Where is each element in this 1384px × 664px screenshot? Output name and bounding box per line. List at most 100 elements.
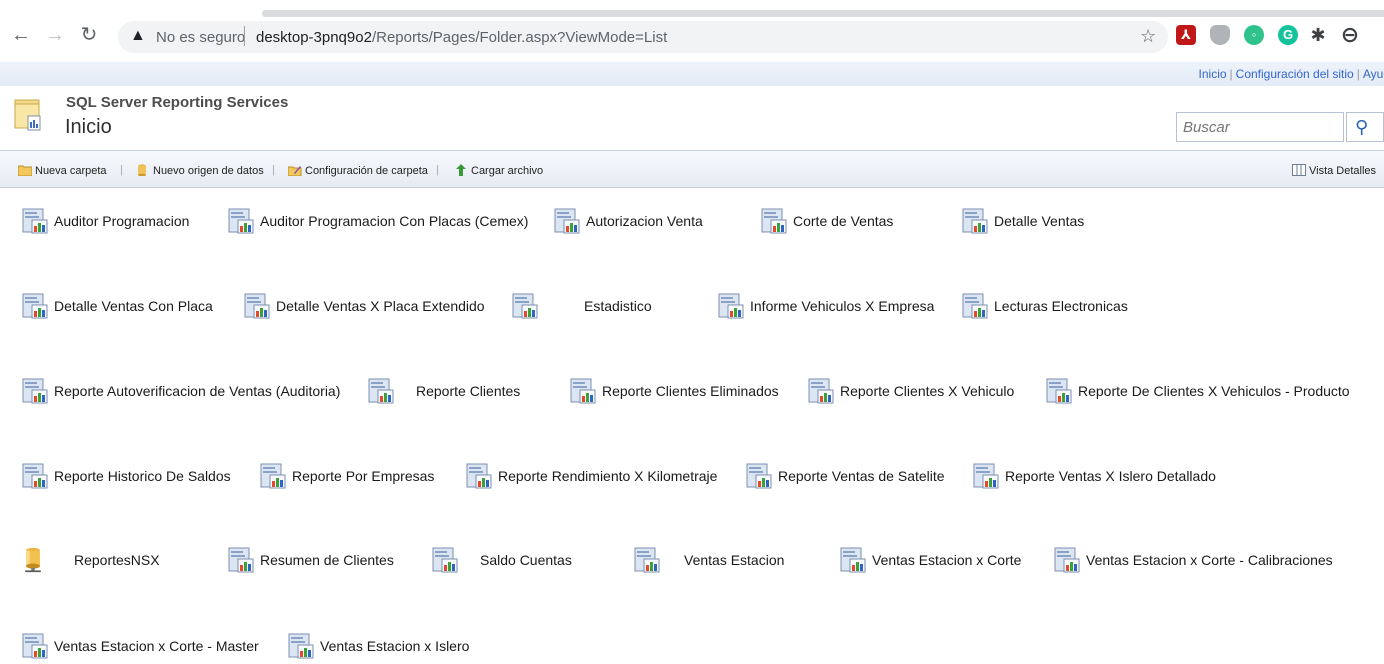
details-view-label: Vista Detalles (1309, 165, 1377, 177)
item-label[interactable]: Ventas Estacion (684, 552, 784, 568)
report-item[interactable]: Detalle Ventas Con Placa (22, 293, 213, 319)
report-item[interactable]: Corte de Ventas (761, 208, 893, 234)
item-label[interactable]: Lecturas Electronicas (994, 298, 1128, 314)
report-icon (244, 293, 270, 319)
report-item[interactable]: Reporte Autoverificacion de Ventas (Audi… (22, 378, 340, 404)
item-label[interactable]: Ventas Estacion x Corte (872, 552, 1021, 568)
search-icon[interactable]: ⚲ (1346, 112, 1384, 142)
item-label[interactable]: Resumen de Clientes (260, 552, 394, 568)
item-label[interactable]: Detalle Ventas X Placa Extendido (276, 298, 485, 314)
item-label[interactable]: Ventas Estacion x Corte - Master (54, 638, 259, 654)
new-datasource-label: Nuevo origen de datos (153, 165, 264, 177)
home-link[interactable]: Inicio (1199, 67, 1227, 81)
report-item[interactable]: Estadistico (512, 293, 652, 319)
item-label[interactable]: Reporte Clientes X Vehiculo (840, 383, 1014, 399)
item-label[interactable]: Reporte Clientes (416, 383, 520, 399)
report-icon (840, 547, 866, 573)
item-label[interactable]: Ventas Estacion x Corte - Calibraciones (1086, 552, 1333, 568)
reload-icon[interactable]: ↻ (78, 24, 100, 46)
report-item[interactable]: Ventas Estacion (634, 547, 784, 573)
report-icon (554, 208, 580, 234)
vpn-extension-icon[interactable]: ◦ (1244, 25, 1264, 45)
report-item[interactable]: Reporte Ventas X Islero Detallado (973, 463, 1216, 489)
url-text[interactable]: desktop-3pnq9o2/Reports/Pages/Folder.asp… (256, 29, 667, 46)
item-label[interactable]: Estadistico (584, 298, 652, 314)
report-item[interactable]: Lecturas Electronicas (962, 293, 1128, 319)
report-item[interactable]: Informe Vehiculos X Empresa (718, 293, 934, 319)
item-label[interactable]: Auditor Programacion Con Placas (Cemex) (260, 213, 528, 229)
item-label[interactable]: Detalle Ventas (994, 213, 1084, 229)
item-label[interactable]: Reporte De Clientes X Vehiculos - Produc… (1078, 383, 1350, 399)
report-item[interactable]: Resumen de Clientes (228, 547, 394, 573)
item-label[interactable]: ReportesNSX (74, 552, 160, 568)
report-icon (570, 378, 596, 404)
item-label[interactable]: Auditor Programacion (54, 213, 189, 229)
item-label[interactable]: Reporte Historico De Saldos (54, 468, 231, 484)
report-item[interactable]: Reporte Clientes (368, 378, 520, 404)
item-label[interactable]: Reporte Ventas de Satelite (778, 468, 945, 484)
help-link[interactable]: Ayud (1363, 67, 1384, 81)
site-settings-link[interactable]: Configuración del sitio (1236, 67, 1354, 81)
item-label[interactable]: Ventas Estacion x Islero (320, 638, 469, 654)
report-item[interactable]: Reporte Ventas de Satelite (746, 463, 945, 489)
report-item[interactable]: Ventas Estacion x Corte (840, 547, 1021, 573)
new-folder-label: Nueva carpeta (35, 165, 107, 177)
back-arrow-icon[interactable]: ← (10, 24, 32, 46)
report-item[interactable]: Saldo Cuentas (432, 547, 572, 573)
report-item[interactable]: Reporte Por Empresas (260, 463, 434, 489)
tab-strip (262, 10, 1384, 17)
browser-chrome: ← → ↻ ▲ No es seguro desktop-3pnq9o2/Rep… (0, 0, 1384, 62)
report-item[interactable]: Ventas Estacion x Islero (288, 633, 469, 659)
report-item[interactable]: Ventas Estacion x Corte - Calibraciones (1054, 547, 1333, 573)
new-folder-icon (18, 165, 32, 176)
report-icon (432, 547, 458, 573)
item-label[interactable]: Saldo Cuentas (480, 552, 572, 568)
grammarly-extension-icon[interactable]: G (1278, 25, 1298, 45)
new-folder-button[interactable]: Nueva carpeta (18, 164, 107, 177)
app-title: SQL Server Reporting Services (66, 94, 289, 111)
warning-icon[interactable]: ▲ (130, 27, 146, 45)
upload-file-button[interactable]: Cargar archivo (454, 164, 543, 177)
report-icon (368, 378, 394, 404)
item-label[interactable]: Reporte Ventas X Islero Detallado (1005, 468, 1216, 484)
report-item[interactable]: Reporte Rendimiento X Kilometraje (466, 463, 717, 489)
security-label[interactable]: No es seguro (156, 29, 245, 46)
item-label[interactable]: Detalle Ventas Con Placa (54, 298, 213, 314)
report-icon (22, 378, 48, 404)
pdf-extension-icon[interactable]: ⅄ (1176, 25, 1196, 45)
details-view-button[interactable]: Vista Detalles (1292, 164, 1376, 177)
search-input[interactable] (1176, 112, 1344, 142)
shield-extension-icon[interactable] (1210, 25, 1230, 45)
toolbar-divider: | (436, 164, 439, 176)
report-item[interactable]: Reporte Clientes Eliminados (570, 378, 779, 404)
report-item[interactable]: Autorizacion Venta (554, 208, 703, 234)
bookmark-star-icon[interactable]: ☆ (1140, 26, 1156, 47)
upload-file-label: Cargar archivo (471, 165, 544, 177)
top-links: Inicio|Configuración del sitio|Ayud (1199, 67, 1384, 81)
extensions-puzzle-icon[interactable]: ✱ (1308, 25, 1328, 45)
new-datasource-button[interactable]: Nuevo origen de datos (136, 164, 264, 177)
report-item[interactable]: Detalle Ventas X Placa Extendido (244, 293, 485, 319)
item-label[interactable]: Autorizacion Venta (586, 213, 703, 229)
report-item[interactable]: Ventas Estacion x Corte - Master (22, 633, 259, 659)
item-label[interactable]: Corte de Ventas (793, 213, 893, 229)
item-label[interactable]: Reporte Por Empresas (292, 468, 434, 484)
item-label[interactable]: Reporte Rendimiento X Kilometraje (498, 468, 717, 484)
report-icon (288, 633, 314, 659)
datasource-item[interactable]: ReportesNSX (20, 547, 160, 573)
item-label[interactable]: Reporte Autoverificacion de Ventas (Audi… (54, 383, 340, 399)
report-item[interactable]: Auditor Programacion Con Placas (Cemex) (228, 208, 528, 234)
forward-arrow-icon[interactable]: → (44, 24, 66, 46)
report-icon (634, 547, 660, 573)
report-item[interactable]: Reporte De Clientes X Vehiculos - Produc… (1046, 378, 1350, 404)
item-label[interactable]: Reporte Clientes Eliminados (602, 383, 779, 399)
report-item[interactable]: Auditor Programacion (22, 208, 189, 234)
item-label[interactable]: Informe Vehiculos X Empresa (750, 298, 934, 314)
report-item[interactable]: Reporte Clientes X Vehiculo (808, 378, 1014, 404)
datasource-icon (25, 547, 41, 573)
report-icon (746, 463, 772, 489)
report-item[interactable]: Reporte Historico De Saldos (22, 463, 231, 489)
report-item[interactable]: Detalle Ventas (962, 208, 1084, 234)
profile-avatar-icon[interactable]: ⊖ (1340, 24, 1360, 46)
folder-settings-button[interactable]: Configuración de carpeta (288, 164, 428, 177)
